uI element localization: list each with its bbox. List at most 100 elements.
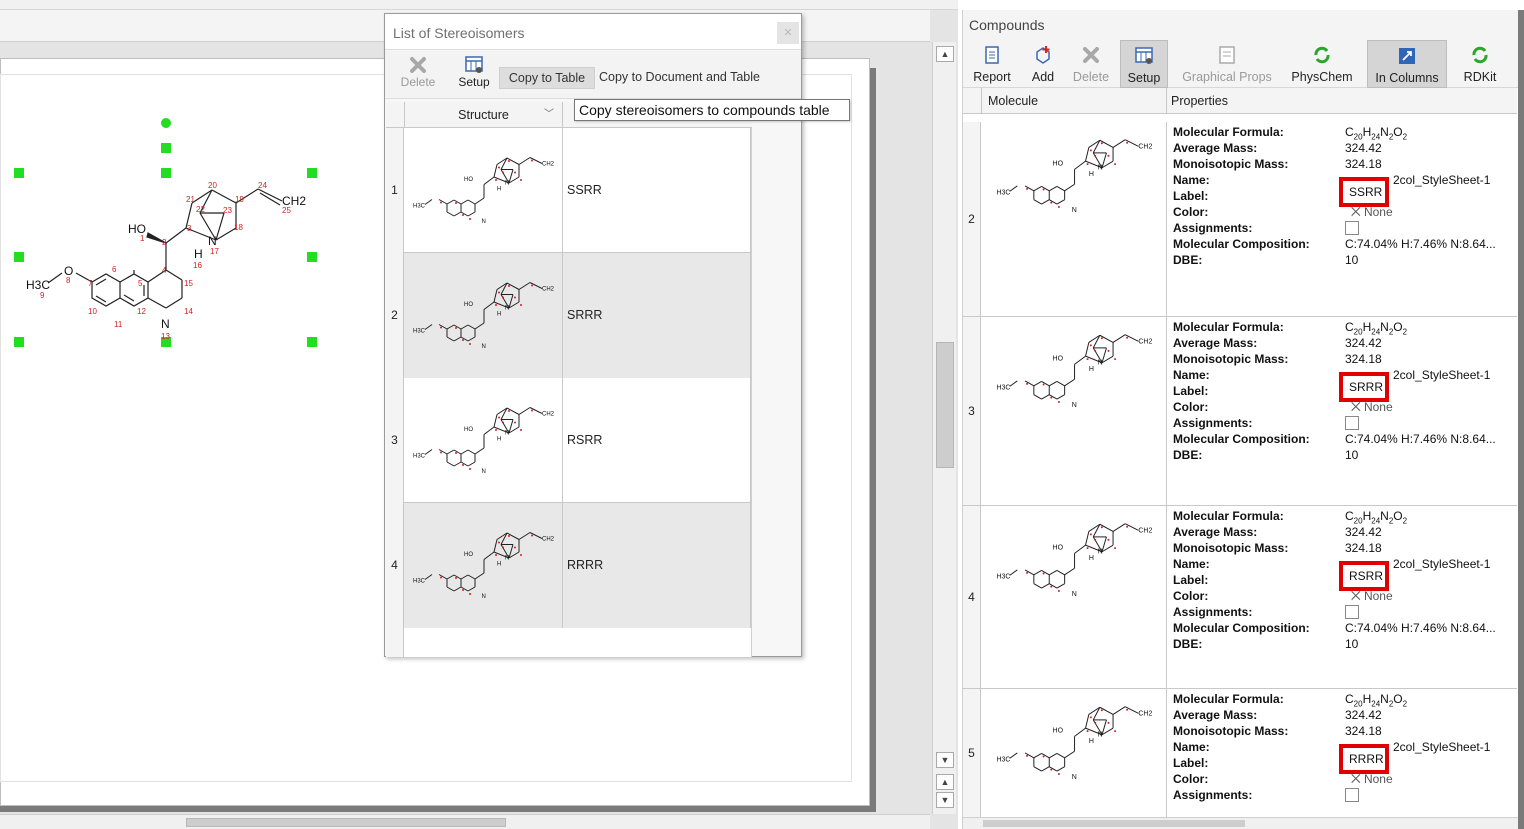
atom-number-mark: [520, 179, 522, 181]
thumbnail-bonds: HOH3CNNHCH2: [413, 157, 555, 225]
setup-button[interactable]: Setup: [449, 55, 499, 89]
atom-label: H: [497, 312, 501, 318]
in-columns-button[interactable]: In Columns: [1367, 40, 1447, 88]
bond-line: [1049, 381, 1058, 387]
atom-number-mark: [1086, 163, 1089, 166]
label-n-quinuclidine: N: [208, 234, 217, 248]
selection-handles[interactable]: [14, 118, 317, 347]
resize-handle-tr[interactable]: [307, 168, 317, 178]
molecule-column-header[interactable]: Molecule: [981, 88, 1167, 114]
bond-line: [1064, 750, 1075, 759]
resize-handle-mr[interactable]: [307, 252, 317, 262]
properties-column-header[interactable]: Properties: [1167, 88, 1517, 114]
compound-row[interactable]: 3 HO H3C N N H CH2 Molecular Formula: C20H24N…: [963, 317, 1517, 506]
copy-to-table-button[interactable]: Copy to Table: [499, 67, 595, 89]
row-number: 2: [386, 253, 404, 378]
table-row[interactable]: 2 HO H3C N N H CH2 SRRR: [386, 253, 752, 378]
atom-number-mark: [495, 429, 497, 431]
compound-row[interactable]: 5 HO H3C N N H CH2 Molecular Formula: C20H24N…: [963, 689, 1517, 817]
panel-title: Compounds: [969, 17, 1045, 33]
atom-label: H3C: [996, 574, 1010, 581]
document-vertical-scrollbar[interactable]: ▲ ▼ ▲ ▼: [932, 42, 956, 814]
label-highlight: SRRR: [1339, 372, 1389, 402]
report-button[interactable]: Report: [967, 40, 1017, 88]
thumbnail-bonds: HOH3CNNHCH2: [996, 334, 1152, 409]
svg-text:18: 18: [234, 223, 243, 232]
scroll-down-button[interactable]: ▼: [936, 752, 954, 768]
close-button[interactable]: ✕: [777, 22, 799, 44]
assignments-checkbox[interactable]: [1345, 221, 1359, 235]
compound-row[interactable]: 4 HO H3C N N H CH2 Molecular Formula: C20H24N…: [963, 506, 1517, 689]
monoisotopic-mass: 324.18: [1345, 541, 1382, 555]
bond-line: [453, 336, 462, 342]
scrollbar-thumb[interactable]: [186, 818, 506, 827]
svg-text:19: 19: [235, 195, 244, 204]
page-down-button[interactable]: ▼: [936, 792, 954, 808]
compound-name: 2col_StyleSheet-1: [1393, 557, 1491, 571]
structure-column-header[interactable]: Structure ﹀: [404, 102, 563, 128]
structure-cell: HO H3C N N H CH2: [404, 128, 563, 253]
page-shadow-bottom: [0, 806, 876, 812]
table-row[interactable]: 3 HO H3C N N H CH2 RSRR: [386, 378, 752, 503]
molecule-drawing[interactable]: HO H3C O N N H CH2 1 2 3 4 5 6 7 8 9 10 …: [10, 115, 330, 355]
bond-line: [1064, 183, 1075, 192]
resize-handle-ml[interactable]: [14, 252, 24, 262]
table-row[interactable]: 1 HO H3C N N H CH2 SSRR: [386, 128, 752, 253]
assignments-checkbox[interactable]: [1345, 416, 1359, 430]
atom-number-mark: [498, 416, 500, 419]
scrollbar-thumb[interactable]: [983, 820, 1245, 827]
bond-line: [1056, 753, 1065, 759]
atom-number-mark: [1100, 526, 1103, 529]
resize-handle-br[interactable]: [307, 337, 317, 347]
atom-number-mark: [440, 201, 442, 204]
resize-handle-tl[interactable]: [14, 168, 24, 178]
physchem-button[interactable]: PhysChem: [1285, 40, 1359, 88]
rotate-handle[interactable]: [161, 118, 171, 128]
document-horizontal-scrollbar[interactable]: [0, 814, 930, 829]
atom-label: CH2: [1138, 528, 1152, 535]
assignments-checkbox[interactable]: [1345, 788, 1359, 802]
resize-handle-tc2[interactable]: [161, 143, 171, 153]
resize-handle-bl[interactable]: [14, 337, 24, 347]
bond-line: [453, 586, 462, 592]
table-row[interactable]: 4 HO H3C N N H CH2 RRRR: [386, 503, 752, 628]
bond-line: [1056, 394, 1065, 400]
scroll-up-button[interactable]: ▲: [936, 46, 954, 62]
assignments-checkbox[interactable]: [1345, 605, 1359, 619]
molecule-thumbnail: HOH3CNNHCH2: [413, 282, 555, 350]
bond-line: [1033, 186, 1042, 192]
svg-text:14: 14: [184, 307, 193, 316]
chevron-down-icon[interactable]: ﹀: [544, 102, 554, 128]
copy-to-document-and-table-button[interactable]: Copy to Document and Table: [599, 67, 769, 89]
molecule-thumbnail: HOH3CNNHCH2: [413, 157, 555, 225]
atom-label: N: [505, 306, 509, 312]
compounds-horizontal-scrollbar[interactable]: [963, 817, 1519, 829]
compound-row[interactable]: 2 HO H3C N N H CH2 Molecular Formula: C20H24N…: [963, 122, 1517, 317]
bond-line: [460, 586, 469, 592]
svg-text:25: 25: [282, 206, 291, 215]
atom-number-mark: [502, 546, 504, 549]
delete-compound-button[interactable]: Delete: [1067, 40, 1115, 88]
atom-label: H3C: [413, 454, 426, 460]
bond-line: [474, 572, 485, 580]
delete-icon: [1083, 47, 1099, 63]
atom-number-mark: [462, 464, 464, 466]
svg-text:4: 4: [162, 266, 167, 275]
add-button[interactable]: Add: [1021, 40, 1065, 88]
atom-number-mark: [520, 304, 522, 306]
resize-handle-tc[interactable]: [161, 168, 171, 178]
thumbnail-bonds: HOH3CNNHCH2: [996, 523, 1152, 598]
setup-compounds-button[interactable]: Setup: [1120, 40, 1168, 88]
graphical-props-button[interactable]: Graphical Props: [1175, 40, 1279, 88]
atom-number-mark: [440, 576, 442, 579]
atom-label: H3C: [413, 329, 426, 335]
scrollbar-thumb[interactable]: [936, 342, 954, 468]
atom-label: N: [505, 181, 509, 187]
page-up-button[interactable]: ▲: [936, 774, 954, 790]
bond-line: [1033, 381, 1042, 387]
dialog-title-bar[interactable]: List of Stereoisomers ✕: [385, 14, 801, 50]
atom-number-mark: [514, 421, 516, 424]
rdkit-button[interactable]: RDKit: [1455, 40, 1505, 88]
delete-button[interactable]: Delete: [393, 55, 443, 89]
bond-line: [1112, 334, 1126, 343]
